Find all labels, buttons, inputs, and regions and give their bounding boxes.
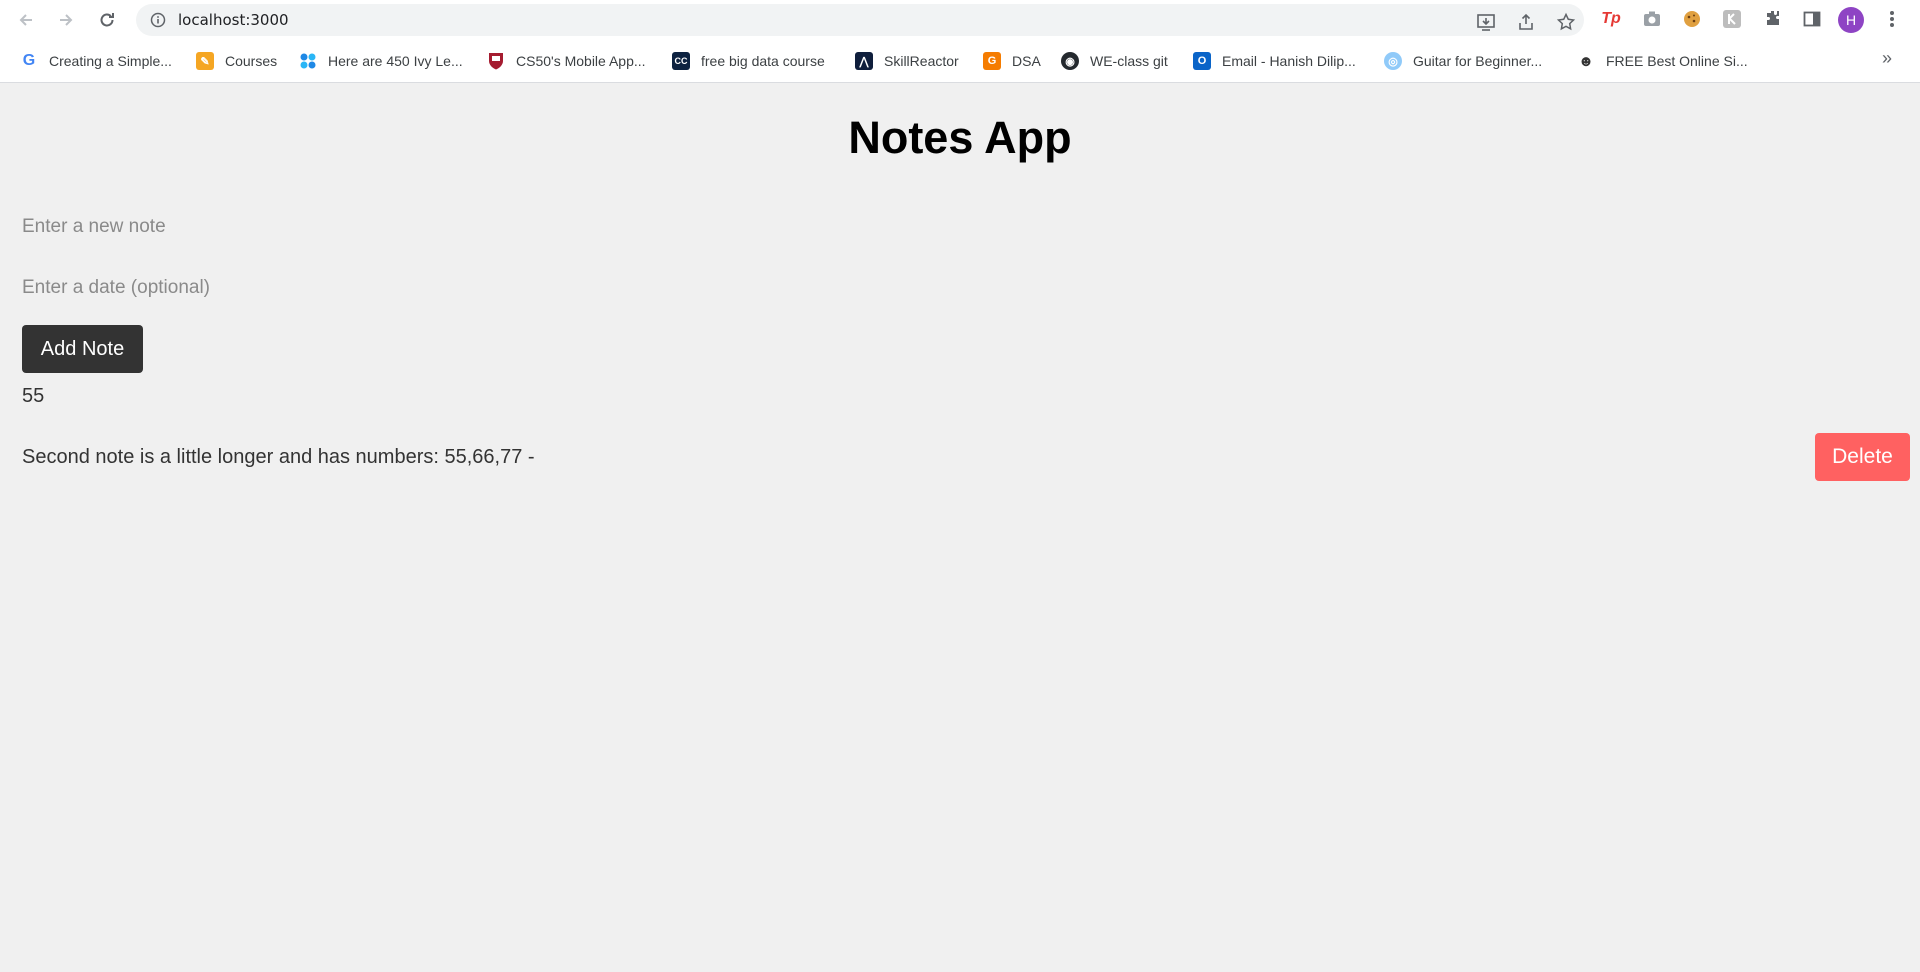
bookmark-item[interactable]: G Creating a Simple... [20, 50, 172, 72]
note-item-text: 55 [22, 385, 45, 407]
browser-menu-icon[interactable] [1881, 8, 1903, 30]
tp-extension-icon[interactable]: Tp [1600, 8, 1622, 30]
bookmark-label: Email - Hanish Dilip... [1222, 53, 1356, 69]
bookmark-item[interactable]: Here are 450 Ivy Le... [299, 50, 463, 72]
google-icon: G [20, 52, 38, 70]
harvard-shield-icon [487, 52, 505, 70]
page-title: Notes App [848, 112, 1072, 163]
note-item-text: Second note is a little longer and has n… [22, 446, 535, 468]
github-icon: ◉ [1061, 52, 1079, 70]
bookmark-label: CS50's Mobile App... [516, 53, 646, 69]
browser-toolbar: localhost:3000 Tp H [0, 0, 1920, 40]
outlook-icon: O [1193, 52, 1211, 70]
camera-extension-icon[interactable] [1641, 8, 1663, 30]
profile-avatar[interactable]: H [1838, 7, 1864, 33]
bookmark-label: Guitar for Beginner... [1413, 53, 1543, 69]
bookmark-item[interactable]: ◎ Guitar for Beginner... [1384, 50, 1542, 72]
globe-icon: ◎ [1384, 52, 1402, 70]
person-icon: ☻ [1578, 52, 1594, 70]
pencil-icon: ✎ [196, 52, 214, 70]
skillreactor-icon: ⋀ [855, 52, 873, 70]
add-note-button[interactable]: Add Note [22, 325, 143, 373]
puzzle-extensions-icon[interactable] [1762, 8, 1784, 30]
bookmark-item[interactable]: ◉ WE-class git [1061, 50, 1168, 72]
bookmarks-bar: G Creating a Simple... ✎ Courses Here ar… [0, 40, 1920, 83]
arrow-right-icon [60, 14, 73, 26]
cookie-extension-icon[interactable] [1681, 8, 1703, 30]
address-bar[interactable]: localhost:3000 [136, 4, 1584, 36]
install-icon[interactable] [1476, 12, 1496, 32]
bookmark-label: DSA [1012, 53, 1041, 69]
bookmark-label: SkillReactor [884, 53, 959, 69]
bookmark-item[interactable]: ☻ FREE Best Online Si... [1577, 50, 1748, 72]
share-icon[interactable] [1516, 12, 1536, 32]
delete-note-button[interactable]: Delete [1815, 433, 1910, 481]
bookmark-label: FREE Best Online Si... [1606, 53, 1748, 69]
k-extension-icon[interactable] [1721, 8, 1743, 30]
bookmark-item[interactable]: O Email - Hanish Dilip... [1193, 50, 1356, 72]
url-text: localhost:3000 [178, 11, 289, 29]
note-input[interactable] [22, 209, 622, 245]
side-panel-icon[interactable] [1801, 8, 1823, 30]
cc-icon: CC [672, 52, 690, 70]
bookmark-label: Courses [225, 53, 278, 69]
bookmark-item[interactable]: ⋀ SkillReactor [855, 50, 959, 72]
forward-button[interactable] [54, 8, 78, 32]
reload-button[interactable] [95, 8, 119, 32]
bookmark-item[interactable]: G DSA [983, 50, 1041, 72]
bookmark-item[interactable]: ✎ Courses [196, 50, 277, 72]
avatar-letter: H [1845, 12, 1857, 28]
info-icon[interactable] [150, 12, 166, 28]
bookmark-label: free big data course [701, 53, 825, 69]
bookmark-label: Creating a Simple... [49, 53, 172, 69]
star-icon[interactable] [1556, 12, 1576, 32]
dots-icon [299, 52, 317, 70]
arrow-left-icon [19, 14, 32, 26]
back-button[interactable] [14, 8, 38, 32]
date-input[interactable] [22, 270, 622, 306]
gfg-icon: G [983, 52, 1001, 70]
bookmark-label: Here are 450 Ivy Le... [328, 53, 463, 69]
more-bookmarks-button[interactable]: » [1882, 48, 1892, 69]
bookmark-item[interactable]: CS50's Mobile App... [487, 50, 646, 72]
reload-icon [100, 13, 114, 27]
bookmark-item[interactable]: CC free big data course [672, 50, 825, 72]
bookmark-label: WE-class git [1090, 53, 1168, 69]
